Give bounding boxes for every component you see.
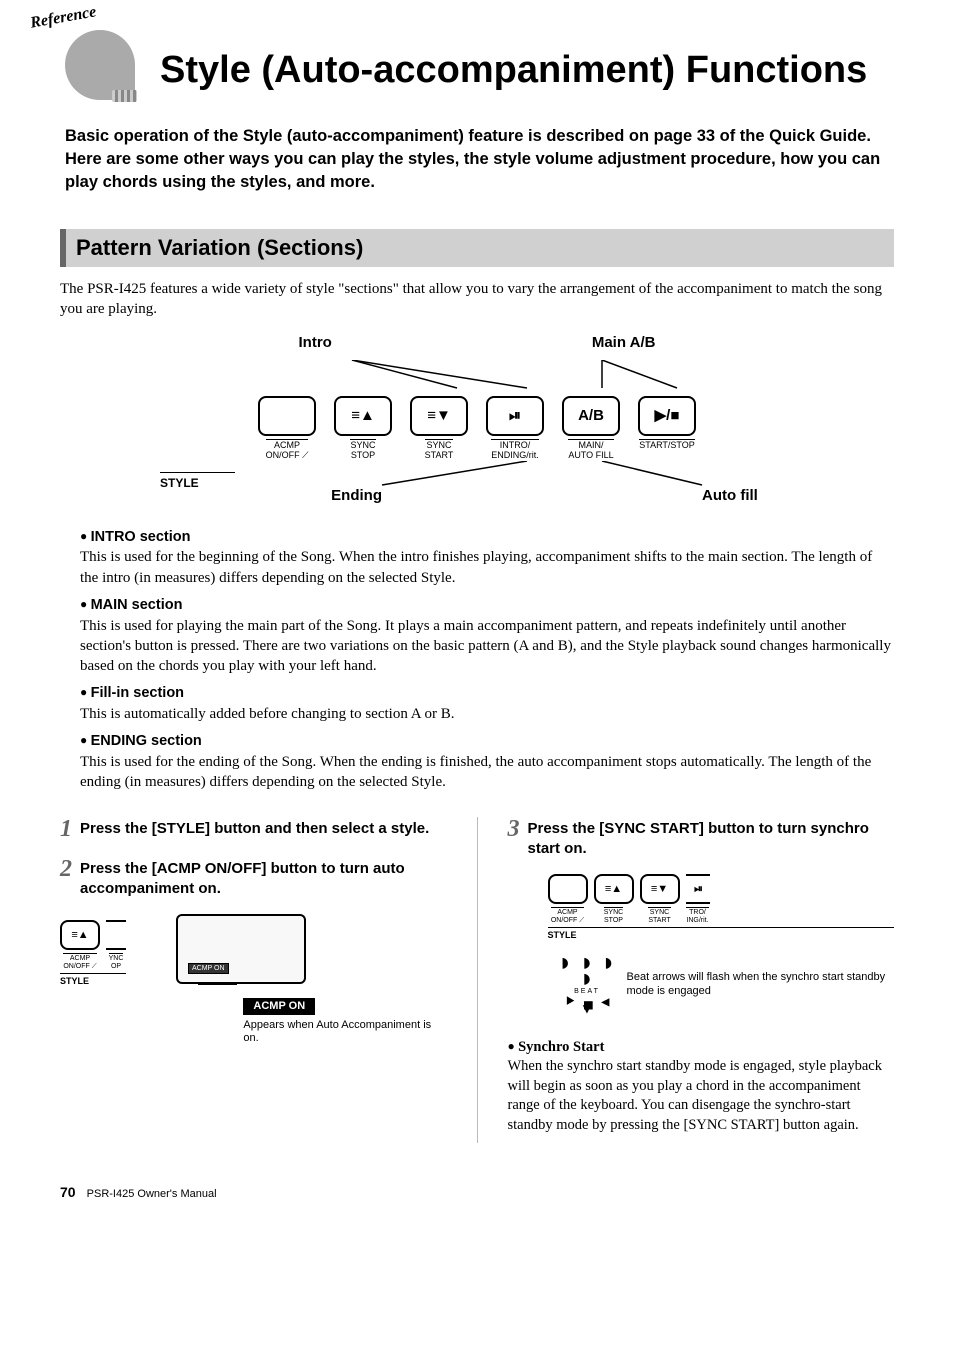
bullet-head-main: MAIN section [80, 596, 894, 616]
step-1-text: Press the [STYLE] button and then select… [80, 817, 429, 841]
step-3-number: 3 [508, 817, 520, 858]
lcd-acmp-pill: ACMP ON [188, 963, 229, 974]
intro-block: Basic operation of the Style (auto-accom… [60, 125, 894, 194]
intro-ending-label: INTRO/ ENDING/rit. [491, 439, 539, 461]
intro-ending-icon: ⏯ [486, 396, 544, 436]
bullet-body-ending: This is used for the ending of the Song.… [80, 752, 894, 793]
intro-line-1: Basic operation of the Style (auto-accom… [65, 125, 894, 148]
leader-line [198, 984, 237, 985]
step-2-panel: ≡▲ ACMP ON/OFF ⟋ YNC OP STYLE [60, 914, 126, 987]
diagram-label-autofill: Auto fill [702, 486, 758, 506]
s3-btn1-label: ACMP ON/OFF ⟋ [551, 907, 584, 924]
bullet-head-intro: INTRO section [80, 528, 894, 548]
step2-sync-icon [106, 920, 126, 950]
section-heading: Pattern Variation (Sections) [60, 229, 894, 267]
step-3-text: Press the [SYNC START] button to turn sy… [528, 817, 895, 858]
sync-start-label: SYNC START [425, 439, 454, 461]
panel-btn-intro-ending: ⏯ INTRO/ ENDING/rit. [486, 396, 544, 461]
diagram-label-ending: Ending [331, 486, 382, 506]
beat-icon: ◗ ◗ ◗ ◗ BEAT ⯈ ▄ ◀ ▼ [558, 955, 617, 1016]
panel-btn-acmp: ACMP ON/OFF ⟋ [258, 396, 316, 461]
acmp-caption: Appears when Auto Accompaniment is on. [243, 1019, 446, 1045]
synchro-start-body: When the synchro start standby mode is e… [508, 1057, 895, 1135]
panel-diagram: Intro Main A/B ACMP ON/OFF ⟋ ≡▲ SYNC STO… [60, 333, 894, 505]
beat-caption: Beat arrows will flash when the synchro … [627, 971, 894, 999]
bullet-head-fillin: Fill-in section [80, 684, 894, 704]
synchro-start-head: Synchro Start [508, 1038, 895, 1058]
step-1-number: 1 [60, 817, 72, 841]
page-footer: 70 PSR-I425 Owner's Manual [60, 1183, 894, 1202]
s3-btn2-label: SYNC STOP [604, 907, 623, 924]
diagram-lines-top [157, 360, 797, 390]
reference-badge-text: Reference [29, 1, 98, 34]
right-column: 3 Press the [SYNC START] button to turn … [508, 817, 895, 1143]
start-stop-label: START/STOP [639, 439, 695, 451]
step-2-text: Press the [ACMP ON/OFF] button to turn a… [80, 857, 447, 898]
step3-style-label: STYLE [548, 927, 895, 941]
diagram-label-main-ab: Main A/B [592, 333, 656, 353]
start-stop-icon: ▶/■ [638, 396, 696, 436]
reference-badge: Reference [60, 15, 150, 105]
panel-btn-sync-start: ≡▼ SYNC START [410, 396, 468, 461]
acmp-on-badge: ACMP ON [243, 998, 315, 1015]
step2-sync-label: YNC OP [109, 953, 124, 970]
step2-acmp-label: ACMP ON/OFF ⟋ [63, 953, 96, 970]
section-lead: The PSR-I425 features a wide variety of … [60, 279, 894, 320]
sync-start-icon: ≡▼ [410, 396, 468, 436]
s3-btn3-icon: ≡▼ [640, 874, 680, 904]
step-2-number: 2 [60, 857, 72, 898]
book-title: PSR-I425 Owner's Manual [87, 1188, 217, 1200]
diagram-label-intro: Intro [299, 333, 332, 353]
s3-btn3-label: SYNC START [648, 907, 670, 924]
acmp-button-label: ACMP ON/OFF ⟋ [266, 439, 309, 461]
intro-line-2: Here are some other ways you can play th… [65, 148, 894, 194]
step-2-lcd-block: ACMP ON ACMP ON Appears when Auto Accomp… [176, 914, 447, 1045]
panel-btn-main-autofill: A/B MAIN/ AUTO FILL [562, 396, 620, 461]
step-3-panel: ACMP ON/OFF ⟋ ≡▲ SYNC STOP ≡▼ SYNC START ⏯… [548, 874, 895, 941]
piano-icon [65, 30, 135, 100]
diagram-lines-bottom [157, 461, 797, 487]
column-divider [477, 817, 478, 1143]
main-autofill-label: MAIN/ AUTO FILL [568, 439, 613, 461]
page-number: 70 [60, 1184, 76, 1200]
s3-btn2-icon: ≡▲ [594, 874, 634, 904]
acmp-button-icon [258, 396, 316, 436]
bullet-body-main: This is used for playing the main part o… [80, 616, 894, 677]
sync-stop-icon: ≡▲ [334, 396, 392, 436]
bullet-head-ending: ENDING section [80, 732, 894, 752]
panel-btn-sync-stop: ≡▲ SYNC STOP [334, 396, 392, 461]
left-column: 1 Press the [STYLE] button and then sele… [60, 817, 447, 1143]
sync-stop-label: SYNC STOP [350, 439, 375, 461]
beat-block: ◗ ◗ ◗ ◗ BEAT ⯈ ▄ ◀ ▼ Beat arrows will fl… [558, 955, 895, 1016]
s3-btn4-icon: ⏯ [686, 874, 710, 904]
lcd-screen: ACMP ON [176, 914, 306, 984]
step2-style-label: STYLE [60, 973, 126, 987]
main-autofill-icon: A/B [562, 396, 620, 436]
bullet-body-intro: This is used for the beginning of the So… [80, 547, 894, 588]
step2-acmp-icon: ≡▲ [60, 920, 100, 950]
s3-btn1-icon [548, 874, 588, 904]
panel-btn-start-stop: ▶/■ START/STOP [638, 396, 696, 451]
page-title: Style (Auto-accompaniment) Functions [160, 30, 867, 96]
s3-btn4-label: TRO/ ING/rit. [686, 907, 708, 924]
bullet-body-fillin: This is automatically added before chang… [80, 704, 894, 724]
